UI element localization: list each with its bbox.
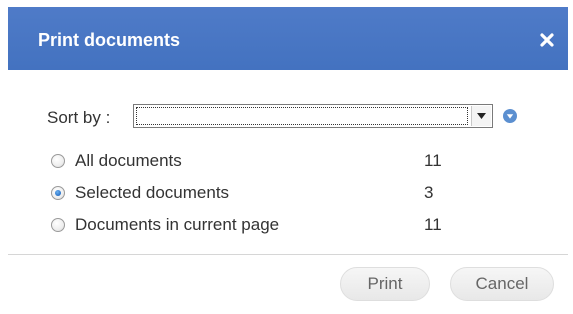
cancel-button[interactable]: Cancel xyxy=(450,267,554,301)
radio-documents-in-current-page[interactable] xyxy=(51,218,65,232)
sort-by-label: Sort by : xyxy=(47,108,111,127)
radio-selected-documents[interactable] xyxy=(51,186,65,200)
option-count: 11 xyxy=(424,215,442,234)
footer-divider xyxy=(8,254,568,255)
dialog-title: Print documents xyxy=(38,30,181,50)
option-selected-documents[interactable]: Selected documents 3 xyxy=(51,183,471,205)
option-label: Selected documents xyxy=(75,183,230,202)
option-label: All documents xyxy=(75,151,182,170)
chevron-down-icon[interactable] xyxy=(471,106,491,126)
select-focus-outline xyxy=(136,107,468,125)
radio-all-documents[interactable] xyxy=(51,154,65,168)
dialog-title-bar: Print documents xyxy=(8,7,568,70)
option-all-documents[interactable]: All documents 11 xyxy=(51,151,471,173)
option-count: 11 xyxy=(424,151,442,170)
option-label: Documents in current page xyxy=(75,215,280,234)
circle-arrow-down-icon[interactable] xyxy=(502,108,518,124)
sort-by-select[interactable] xyxy=(133,104,493,128)
print-button[interactable]: Print xyxy=(340,267,430,301)
print-documents-dialog: Print documents Sort by : All documents … xyxy=(8,7,568,307)
close-icon[interactable] xyxy=(536,29,558,51)
option-count: 3 xyxy=(424,183,434,202)
option-documents-in-current-page[interactable]: Documents in current page 11 xyxy=(51,215,471,237)
